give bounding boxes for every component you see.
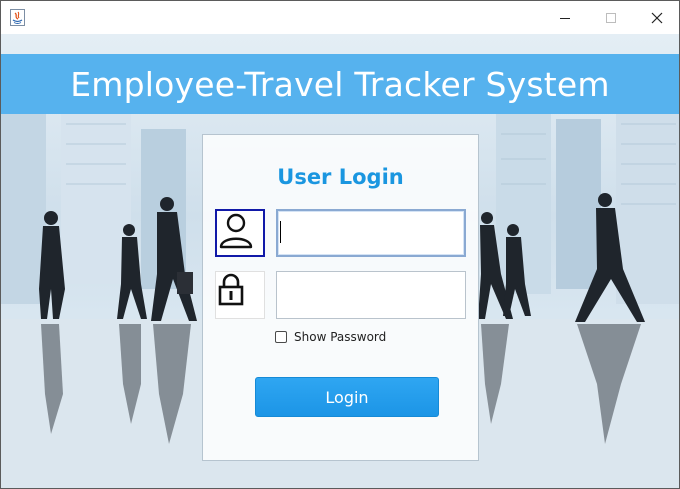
user-icon: [219, 213, 253, 249]
show-password-label: Show Password: [294, 330, 387, 344]
show-password-toggle[interactable]: Show Password: [275, 329, 386, 345]
show-password-checkbox[interactable]: [275, 331, 287, 343]
login-button[interactable]: Login: [255, 377, 439, 417]
user-icon-box: [215, 209, 265, 257]
lock-icon: [218, 273, 244, 306]
maximize-button[interactable]: [588, 1, 634, 34]
password-input[interactable]: [276, 271, 466, 319]
maximize-icon: [606, 12, 616, 23]
background-scene: Employee-Travel Tracker System User Logi…: [1, 34, 679, 488]
java-app-icon: [10, 9, 25, 26]
title-bar[interactable]: [1, 1, 679, 34]
system-title: Employee-Travel Tracker System: [70, 64, 610, 104]
close-button[interactable]: [634, 1, 679, 34]
login-heading: User Login: [277, 165, 404, 189]
app-window: Employee-Travel Tracker System User Logi…: [0, 0, 680, 489]
minimize-icon: [560, 17, 570, 19]
text-caret: [280, 221, 281, 243]
minimize-button[interactable]: [542, 1, 588, 34]
title-banner: Employee-Travel Tracker System: [1, 54, 679, 114]
lock-icon-box: [215, 271, 265, 319]
username-input[interactable]: [276, 209, 466, 257]
close-icon: [651, 12, 663, 23]
login-panel: User Login Show Password Login: [202, 134, 479, 461]
